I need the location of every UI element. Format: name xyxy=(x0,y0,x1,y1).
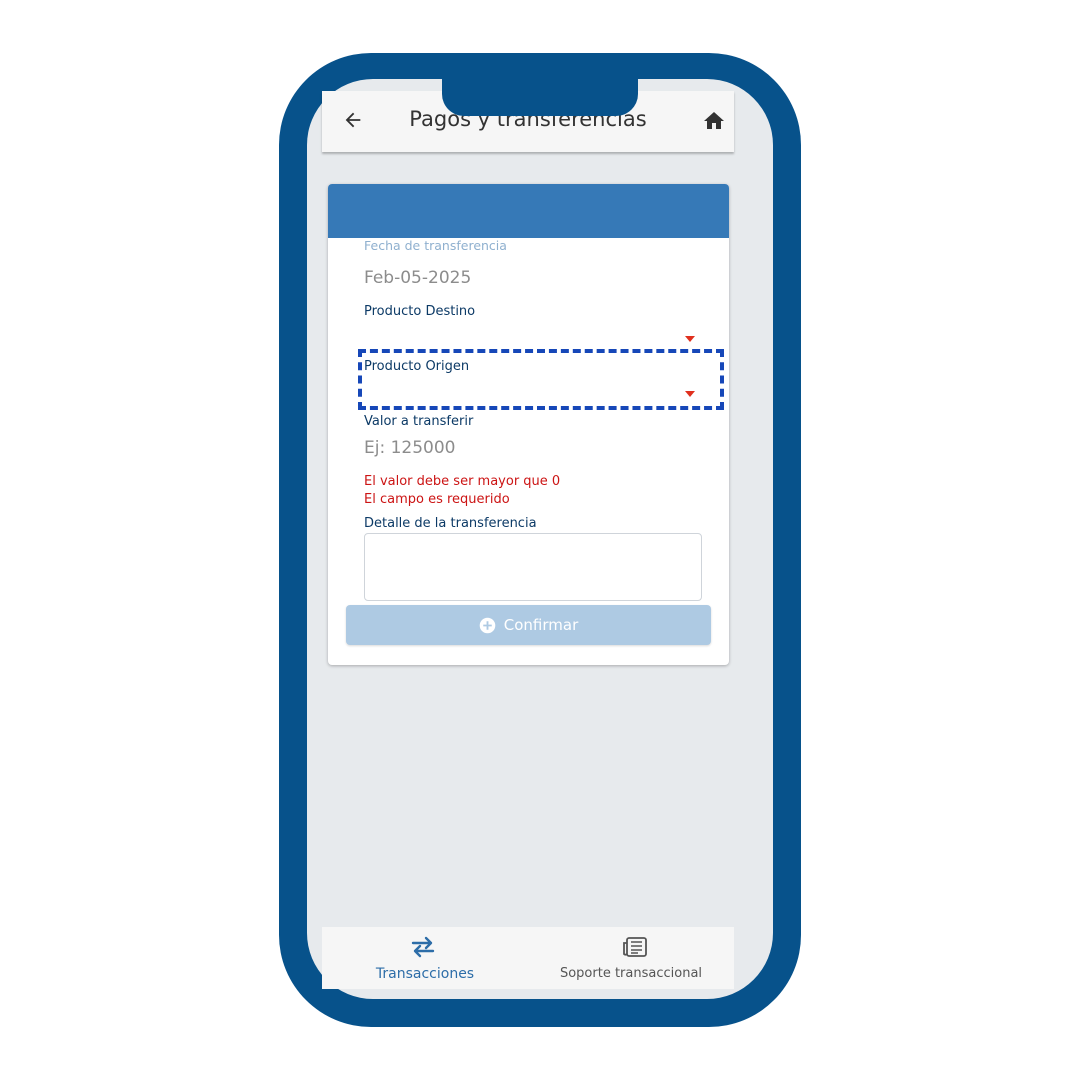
chevron-down-icon xyxy=(685,336,695,342)
detail-label: Detalle de la transferencia xyxy=(364,516,537,531)
date-value: Feb-05-2025 xyxy=(364,268,472,288)
phone-notch xyxy=(442,60,638,116)
swap-arrows-icon xyxy=(411,936,435,958)
nav-label-transacciones: Transacciones xyxy=(375,966,475,982)
destination-product-select[interactable] xyxy=(364,324,700,348)
date-label: Fecha de transferencia xyxy=(364,238,507,253)
amount-label: Valor a transferir xyxy=(364,414,474,429)
nav-label-soporte-transaccional: Soporte transaccional xyxy=(559,966,703,981)
transfer-form-card: Fecha de transferencia Feb-05-2025 Produ… xyxy=(328,184,729,665)
amount-error-min: El valor debe ser mayor que 0 xyxy=(364,474,561,489)
origin-product-highlight xyxy=(358,349,724,410)
nav-item-transacciones[interactable]: Transacciones xyxy=(322,927,528,989)
detail-textarea[interactable] xyxy=(364,533,702,601)
nav-item-soporte-transaccional[interactable]: Soporte transaccional xyxy=(528,927,734,989)
home-icon[interactable] xyxy=(702,109,726,133)
amount-input[interactable]: Ej: 125000 xyxy=(364,438,700,458)
card-header xyxy=(328,184,729,238)
plus-circle-icon xyxy=(479,617,496,633)
destination-product-label: Producto Destino xyxy=(364,304,476,319)
confirm-button[interactable]: Confirmar xyxy=(346,605,711,645)
bottom-navigation: Transacciones Soporte transaccional xyxy=(322,927,734,989)
confirm-button-label: Confirmar xyxy=(503,616,579,634)
amount-error-required: El campo es requerido xyxy=(364,492,510,507)
newspaper-icon xyxy=(623,937,647,957)
